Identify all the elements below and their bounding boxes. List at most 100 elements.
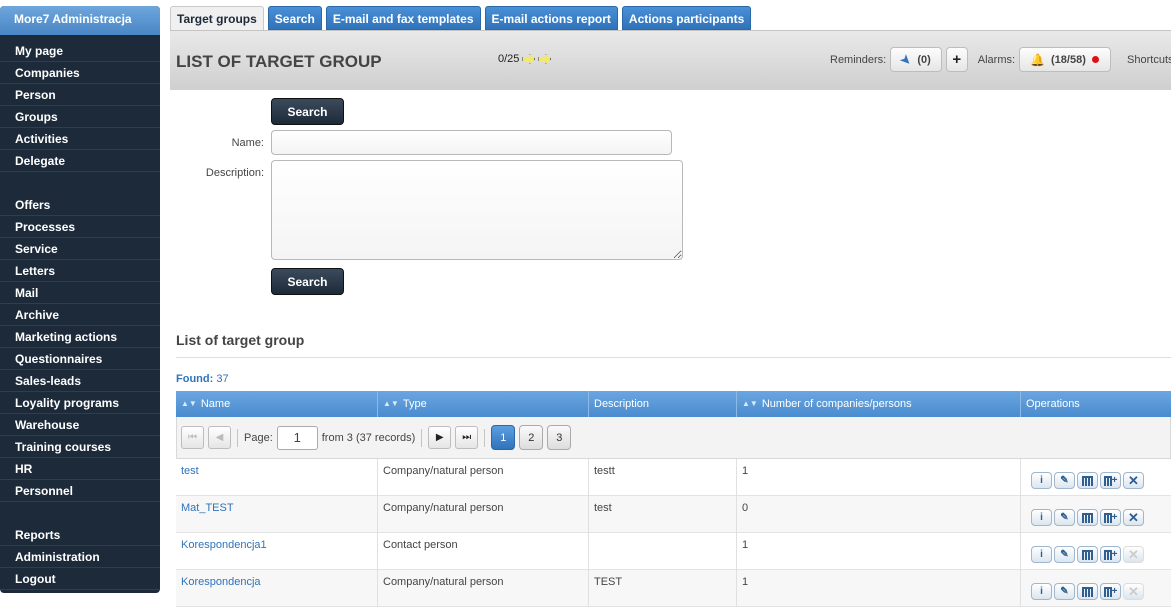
sidebar-item-questionnaires[interactable]: Questionnaires: [0, 348, 160, 370]
edit-icon[interactable]: ✎: [1054, 583, 1075, 600]
sidebar-item-groups[interactable]: Groups: [0, 106, 160, 128]
tab-email-actions-report[interactable]: E-mail actions report: [484, 6, 618, 30]
info-icon[interactable]: i: [1031, 509, 1052, 526]
column-label: Number of companies/persons: [761, 398, 912, 410]
sidebar-item-activities[interactable]: Activities: [0, 128, 160, 150]
sidebar-item-mail[interactable]: Mail: [0, 282, 160, 304]
sidebar-item-personnel[interactable]: Personnel: [0, 480, 160, 502]
next-arrow-icon[interactable]: [522, 54, 536, 64]
tab-actions-participants[interactable]: Actions participants: [621, 6, 752, 30]
add-company-icon[interactable]: +: [1100, 472, 1121, 489]
sidebar-item-offers[interactable]: Offers: [0, 194, 160, 216]
column-header-operations: Operations: [1021, 391, 1171, 417]
search-button-top[interactable]: Search: [271, 98, 344, 125]
next-page-icon[interactable]: ▶: [428, 426, 452, 449]
companies-icon[interactable]: [1077, 509, 1098, 526]
companies-icon[interactable]: [1077, 472, 1098, 489]
tab-bar: Target groups Search E-mail and fax temp…: [170, 6, 752, 30]
row-name-link[interactable]: test: [181, 465, 199, 477]
sidebar-item-logout[interactable]: Logout: [0, 568, 160, 590]
companies-icon[interactable]: [1077, 583, 1098, 600]
add-company-icon[interactable]: +: [1100, 509, 1121, 526]
page-label: Page:: [244, 431, 273, 444]
add-company-icon[interactable]: +: [1100, 583, 1121, 600]
reminders-count: (0): [917, 53, 931, 66]
delete-icon: ✕: [1123, 546, 1144, 563]
column-header-name[interactable]: ▲▼ Name: [176, 391, 378, 417]
page-header: LIST OF TARGET GROUP 0/25 Reminders: ➤ (…: [170, 30, 1171, 90]
alarms-count: (18/58): [1051, 53, 1086, 66]
alarm-dot-icon: [1091, 56, 1099, 63]
edit-icon[interactable]: ✎: [1054, 472, 1075, 489]
section-divider: [176, 357, 1171, 358]
info-icon[interactable]: i: [1031, 546, 1052, 563]
page-input[interactable]: 1: [276, 425, 318, 450]
record-counter: 0/25: [498, 53, 552, 65]
cell-count: 1: [737, 533, 1021, 570]
sidebar-item-companies[interactable]: Companies: [0, 62, 160, 84]
reminders-button[interactable]: ➤ (0): [890, 47, 942, 72]
tab-target-groups[interactable]: Target groups: [170, 6, 264, 30]
sidebar-item-training-courses[interactable]: Training courses: [0, 436, 160, 458]
cell-description: [589, 533, 737, 570]
column-label: Name: [200, 398, 231, 410]
table-body: test Company/natural person testt 1 i ✎ + ✕ Mat_…: [176, 459, 1171, 607]
tab-email-fax-templates[interactable]: E-mail and fax templates: [325, 6, 481, 30]
sidebar-item-hr[interactable]: HR: [0, 458, 160, 480]
delete-icon[interactable]: ✕: [1123, 509, 1144, 526]
found-label: Found:: [176, 373, 214, 385]
name-input[interactable]: [271, 130, 672, 155]
column-header-count[interactable]: ▲▼ Number of companies/persons: [737, 391, 1021, 417]
last-arrow-icon[interactable]: [538, 54, 552, 64]
column-header-type[interactable]: ▲▼ Type: [378, 391, 589, 417]
edit-icon[interactable]: ✎: [1054, 546, 1075, 563]
add-reminder-button[interactable]: +: [945, 47, 968, 72]
pager: ⏮ ◀ Page: 1 from 3 (37 records) ▶ ⏭ 1 2 …: [176, 417, 1171, 459]
sidebar-item-my-page[interactable]: My page: [0, 40, 160, 62]
edit-icon[interactable]: ✎: [1054, 509, 1075, 526]
cell-name: Korespondencja1: [176, 533, 378, 570]
page-number-1[interactable]: 1: [491, 425, 516, 450]
cell-type: Contact person: [378, 533, 589, 570]
pin-icon: ➤: [897, 50, 915, 69]
add-company-icon[interactable]: +: [1100, 546, 1121, 563]
sidebar-item-delegate[interactable]: Delegate: [0, 150, 160, 172]
delete-icon: ✕: [1123, 583, 1144, 600]
sidebar-item-loyality-programs[interactable]: Loyality programs: [0, 392, 160, 414]
counter-value: 0/25: [498, 53, 520, 65]
cell-count: 0: [737, 496, 1021, 533]
companies-icon[interactable]: [1077, 546, 1098, 563]
sidebar-item-person[interactable]: Person: [0, 84, 160, 106]
row-name-link[interactable]: Korespondencja: [181, 576, 261, 588]
sidebar-item-administration[interactable]: Administration: [0, 546, 160, 568]
info-icon[interactable]: i: [1031, 583, 1052, 600]
row-name-link[interactable]: Mat_TEST: [181, 502, 234, 514]
sidebar-header[interactable]: More7 Administracja: [0, 6, 160, 35]
search-button-bottom[interactable]: Search: [271, 268, 344, 295]
cell-count: 1: [737, 570, 1021, 607]
cell-count: 1: [737, 459, 1021, 496]
page-number-2[interactable]: 2: [519, 425, 544, 450]
sidebar-item-reports[interactable]: Reports: [0, 524, 160, 546]
sidebar-item-archive[interactable]: Archive: [0, 304, 160, 326]
pager-separator: [484, 428, 486, 447]
sidebar-item-marketing-actions[interactable]: Marketing actions: [0, 326, 160, 348]
row-name-link[interactable]: Korespondencja1: [181, 539, 267, 551]
page-number-3[interactable]: 3: [547, 425, 572, 450]
cell-name: test: [176, 459, 378, 496]
sidebar-item-warehouse[interactable]: Warehouse: [0, 414, 160, 436]
alarms-button[interactable]: 🔔 (18/58): [1019, 47, 1112, 72]
page-title: LIST OF TARGET GROUP: [176, 52, 382, 71]
sidebar-item-sales-leads[interactable]: Sales-leads: [0, 370, 160, 392]
prev-page-icon[interactable]: ◀: [208, 426, 231, 449]
tab-search[interactable]: Search: [267, 6, 322, 30]
sidebar-item-service[interactable]: Service: [0, 238, 160, 260]
delete-icon[interactable]: ✕: [1123, 472, 1144, 489]
sidebar-item-processes[interactable]: Processes: [0, 216, 160, 238]
first-page-icon[interactable]: ⏮: [181, 426, 204, 449]
sidebar-item-letters[interactable]: Letters: [0, 260, 160, 282]
info-icon[interactable]: i: [1031, 472, 1052, 489]
last-page-icon[interactable]: ⏭: [455, 426, 479, 449]
description-textarea[interactable]: [271, 160, 683, 260]
page-total: from 3 (37 records): [321, 431, 416, 444]
